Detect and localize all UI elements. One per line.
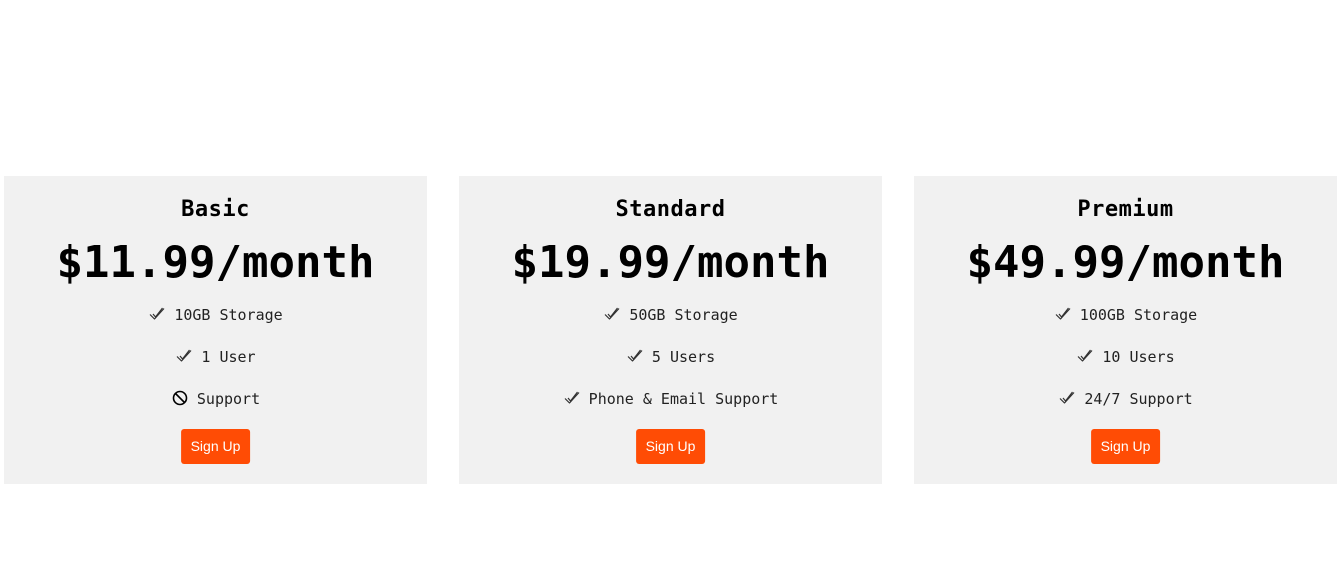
feature-text: 24/7 Support <box>1084 390 1193 408</box>
feature-item: Support <box>4 388 427 430</box>
feature-text: Support <box>196 390 261 408</box>
feature-item: Phone & Email Support <box>459 388 882 430</box>
feature-item: 100GB Storage <box>914 304 1337 346</box>
feature-item: 24/7 Support <box>914 388 1337 430</box>
pricing-card-standard: Standard $19.99/month 50GB Storage 5 Use… <box>459 176 882 484</box>
pricing-card-basic: Basic $11.99/month 10GB Storage 1 User S… <box>4 176 427 484</box>
plan-price: $11.99/month <box>56 237 375 288</box>
plan-name: Standard <box>615 197 726 222</box>
feature-text: Phone & Email Support <box>588 390 779 408</box>
feature-item: 1 User <box>4 346 427 388</box>
plan-price: $19.99/month <box>511 237 830 288</box>
feature-text: 5 Users <box>651 348 716 366</box>
feature-text: 10 Users <box>1102 348 1175 366</box>
feature-text: 1 User <box>201 348 256 366</box>
plan-price: $49.99/month <box>966 237 1285 288</box>
pricing-card-premium: Premium $49.99/month 100GB Storage 10 Us… <box>914 176 1337 484</box>
check-icon <box>563 389 581 407</box>
check-icon <box>1058 389 1076 407</box>
sign-up-button[interactable]: Sign Up <box>635 429 706 464</box>
check-icon <box>626 347 644 365</box>
feature-item: 10GB Storage <box>4 304 427 346</box>
plan-name: Basic <box>181 197 250 222</box>
feature-list: 100GB Storage 10 Users 24/7 Support <box>914 304 1337 430</box>
feature-text: 100GB Storage <box>1079 306 1198 324</box>
sign-up-button[interactable]: Sign Up <box>180 429 251 464</box>
plan-name: Premium <box>1077 197 1174 222</box>
feature-text: 50GB Storage <box>629 306 738 324</box>
check-icon <box>1054 305 1072 323</box>
feature-text: 10GB Storage <box>174 306 283 324</box>
sign-up-button[interactable]: Sign Up <box>1090 429 1161 464</box>
check-icon <box>175 347 193 365</box>
feature-list: 10GB Storage 1 User Support <box>4 304 427 430</box>
feature-item: 5 Users <box>459 346 882 388</box>
check-icon <box>1076 347 1094 365</box>
check-icon <box>603 305 621 323</box>
feature-list: 50GB Storage 5 Users Phone & Email Suppo… <box>459 304 882 430</box>
no-icon <box>171 389 189 407</box>
feature-item: 10 Users <box>914 346 1337 388</box>
feature-item: 50GB Storage <box>459 304 882 346</box>
pricing-section: Basic $11.99/month 10GB Storage 1 User S… <box>4 176 1337 484</box>
check-icon <box>148 305 166 323</box>
